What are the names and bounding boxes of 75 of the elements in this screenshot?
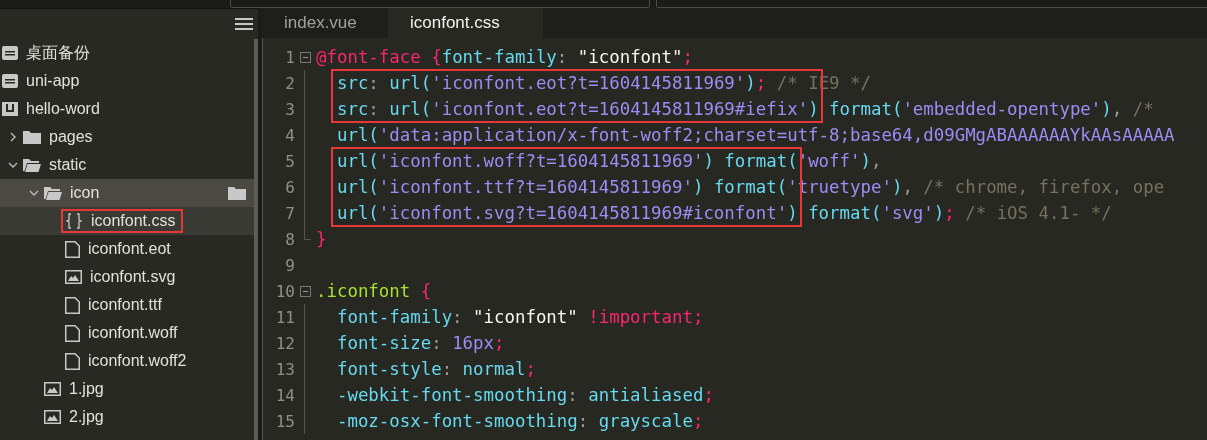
caret-down-icon[interactable] — [8, 162, 18, 168]
line-number: 12 — [274, 333, 295, 353]
tree-row[interactable]: iconfont.woff2 — [0, 347, 254, 375]
tree-item-label: iconfont.woff2 — [88, 352, 187, 370]
code-line: font-size: 16px; — [335, 333, 505, 353]
tree-row[interactable]: iconfont.svg — [0, 263, 254, 291]
file-icon — [65, 296, 80, 314]
image-file-icon — [65, 270, 82, 284]
code-line: -webkit-font-smoothing: antialiased; — [335, 385, 714, 405]
code-line: .iconfont { — [316, 281, 432, 301]
line-number: 5 — [284, 151, 295, 171]
line-number: 8 — [284, 229, 295, 249]
tree-row[interactable]: iconfont.ttf — [0, 291, 254, 319]
folder-icon[interactable] — [228, 186, 246, 200]
file-icon — [65, 240, 80, 258]
code-line: url('data:application/x-font-woff2;charset=utf-8;base64,d09GMgABAAAAAAYkAAsAAAAA — [335, 125, 1175, 145]
fold-toggle-icon[interactable] — [299, 51, 311, 63]
tree-row[interactable]: uni-app — [0, 67, 254, 95]
tree-item-label: 桌面备份 — [26, 42, 90, 63]
tree-row[interactable]: iconfont.css — [0, 207, 254, 235]
tree-item-label: pages — [49, 128, 93, 146]
tree-item-label: iconfont.ttf — [88, 296, 162, 314]
code-line: font-style: normal; — [335, 359, 536, 379]
code-line: @font-face {font-family: "iconfont"; — [316, 47, 693, 67]
scrollbar[interactable] — [254, 39, 258, 440]
file-icon — [65, 352, 80, 370]
editor-tab[interactable]: iconfont.css — [388, 8, 543, 38]
tree-item-label: iconfont.svg — [90, 268, 176, 286]
code-line: } — [316, 229, 327, 249]
open-folder-icon — [23, 158, 41, 172]
tree-item-label: icon — [70, 184, 100, 202]
tree-item-label: uni-app — [26, 72, 80, 90]
tree-row[interactable]: static — [0, 151, 254, 179]
line-number: 9 — [284, 255, 295, 275]
fold-toggle-icon[interactable] — [299, 285, 311, 297]
code-line: url('iconfont.svg?t=1604145811969#iconfont') format('svg'); /* iOS 4.1- */ — [335, 203, 1112, 223]
image-file-icon — [44, 410, 61, 424]
image-file-icon — [44, 382, 61, 396]
tree-row[interactable]: iconfont.eot — [0, 235, 254, 263]
line-number: 2 — [284, 73, 295, 93]
file-icon — [65, 324, 80, 342]
line-number: 6 — [284, 177, 295, 197]
caret-right-icon[interactable] — [10, 132, 16, 142]
folder-icon — [23, 130, 41, 144]
tree-row[interactable]: pages — [0, 123, 254, 151]
braces-icon — [65, 213, 83, 229]
line-number: 15 — [274, 411, 295, 431]
line-number: 1 — [284, 47, 295, 67]
tree-item-label: 2.jpg — [69, 408, 104, 426]
line-number: 4 — [284, 125, 295, 145]
tree-item-label: 1.jpg — [69, 380, 104, 398]
tree-row[interactable]: 1.jpg — [0, 375, 254, 403]
line-number: 14 — [274, 385, 295, 405]
code-line: src: url('iconfont.eot?t=1604145811969#iefix') format('embedded-opentype'), /* — [335, 99, 1154, 119]
tree-item-label: iconfont.eot — [88, 240, 171, 258]
caret-down-icon[interactable] — [29, 190, 39, 196]
tree-row[interactable]: iconfont.woff — [0, 319, 254, 347]
code-line: url('iconfont.woff?t=1604145811969') format('woff'), — [335, 151, 882, 171]
line-number: 13 — [274, 359, 295, 379]
tree-row[interactable]: 桌面备份 — [0, 39, 254, 67]
code-line: font-family: "iconfont" !important; — [335, 307, 704, 327]
menu-icon[interactable] — [235, 18, 253, 30]
tree-item-label: hello-word — [26, 100, 100, 118]
open-folder-icon — [44, 186, 62, 200]
tree-item-label: iconfont.css — [91, 212, 176, 230]
line-number: 3 — [284, 99, 295, 119]
line-number: 11 — [274, 307, 295, 327]
line-number: 10 — [274, 281, 295, 301]
tree-row[interactable]: hello-word — [0, 95, 254, 123]
tree-item-label: static — [49, 156, 87, 174]
line-number: 7 — [284, 203, 295, 223]
tree-item-label: iconfont.woff — [88, 324, 178, 342]
code-line: -moz-osx-font-smoothing: grayscale; — [335, 411, 704, 431]
tree-row[interactable]: icon — [0, 179, 254, 207]
tree-row[interactable]: 2.jpg — [0, 403, 254, 431]
